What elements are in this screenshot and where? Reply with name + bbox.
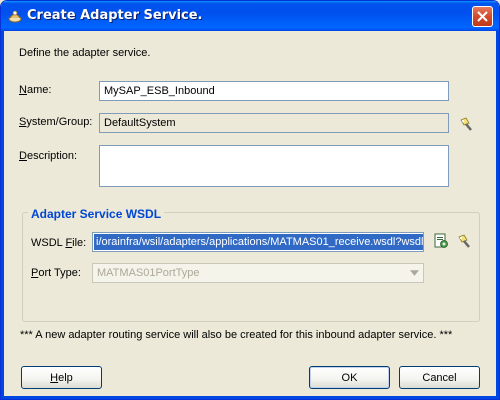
window-title: Create Adapter Service. bbox=[27, 8, 203, 23]
help-button[interactable]: Help bbox=[21, 366, 102, 389]
title-bar[interactable]: Create Adapter Service. bbox=[1, 1, 499, 31]
close-icon bbox=[477, 11, 488, 22]
chevron-down-icon bbox=[406, 265, 422, 281]
name-field[interactable]: MySAP_ESB_Inbound bbox=[99, 81, 449, 101]
wsdl-file-field[interactable]: i/orainfra/wsil/adapters/applications/MA… bbox=[92, 232, 424, 252]
system-group-value: DefaultSystem bbox=[104, 117, 176, 129]
port-type-select[interactable]: MATMAS01PortType bbox=[92, 263, 424, 283]
description-label: Description: bbox=[19, 150, 78, 162]
name-field-value: MySAP_ESB_Inbound bbox=[104, 85, 215, 97]
wsdl-file-label: WSDL File: bbox=[31, 237, 87, 249]
system-group-field: DefaultSystem bbox=[99, 113, 449, 133]
system-group-label: System/Group: bbox=[19, 116, 93, 128]
name-label: Name: bbox=[19, 84, 52, 96]
dialog-content: Define the adapter service. Name: MySAP_… bbox=[4, 31, 498, 398]
oracle-adapter-icon bbox=[7, 8, 23, 24]
flashlight-icon[interactable] bbox=[456, 233, 472, 249]
port-type-label: Port Type: bbox=[31, 267, 81, 279]
cancel-button[interactable]: Cancel bbox=[399, 366, 480, 389]
create-adapter-service-dialog: Create Adapter Service. Define the adapt… bbox=[0, 0, 500, 400]
port-type-value: MATMAS01PortType bbox=[97, 267, 200, 279]
intro-text: Define the adapter service. bbox=[19, 47, 151, 59]
wsdl-document-icon[interactable] bbox=[433, 233, 449, 249]
wsdl-file-value: i/orainfra/wsil/adapters/applications/MA… bbox=[94, 234, 424, 250]
adapter-service-wsdl-title: Adapter Service WSDL bbox=[28, 207, 165, 221]
flashlight-icon[interactable] bbox=[458, 116, 474, 132]
description-field[interactable] bbox=[99, 145, 449, 187]
close-button[interactable] bbox=[472, 6, 493, 27]
ok-button[interactable]: OK bbox=[309, 366, 390, 389]
routing-service-note: *** A new adapter routing service will a… bbox=[20, 329, 453, 341]
